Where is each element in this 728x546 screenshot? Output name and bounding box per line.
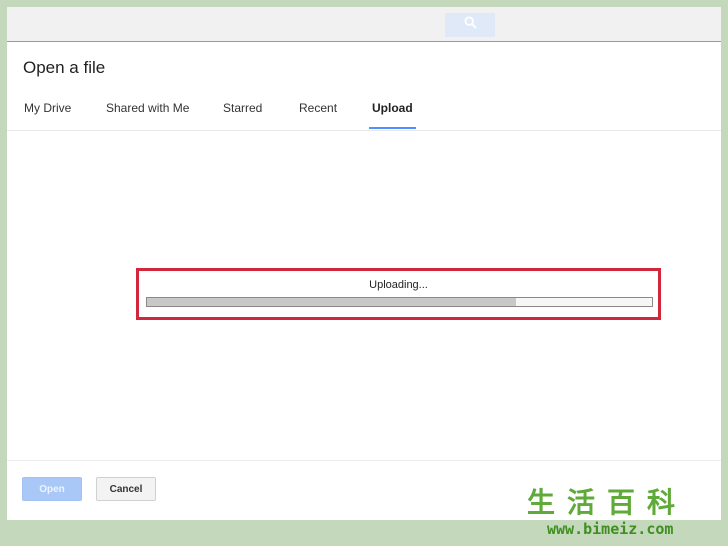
open-button[interactable]: Open <box>22 477 82 501</box>
watermark-url: www.bimeiz.com <box>547 520 674 538</box>
upload-progress-panel: Uploading... <box>136 268 661 320</box>
upload-progress-fill <box>147 298 516 306</box>
tab-upload[interactable]: Upload <box>369 96 416 129</box>
tab-shared-with-me[interactable]: Shared with Me <box>106 96 189 128</box>
site-watermark: 生活百科 www.bimeiz.com <box>527 486 721 540</box>
search-icon <box>463 16 477 34</box>
dialog-title: Open a file <box>23 58 106 77</box>
top-bar <box>7 7 721 41</box>
tab-my-drive[interactable]: My Drive <box>24 96 71 128</box>
upload-status-text: Uploading... <box>369 279 428 291</box>
search-button[interactable] <box>445 13 495 37</box>
watermark-chinese-text: 生活百科 <box>527 486 688 519</box>
tab-starred[interactable]: Starred <box>223 96 262 128</box>
tab-recent[interactable]: Recent <box>299 96 337 128</box>
tab-bar: My Drive Shared with Me Starred Recent U… <box>7 96 721 131</box>
upload-progress-bar <box>146 297 653 307</box>
cancel-button[interactable]: Cancel <box>96 477 156 501</box>
open-file-dialog: Open a file My Drive Shared with Me Star… <box>7 41 721 520</box>
footer-divider <box>7 460 721 461</box>
